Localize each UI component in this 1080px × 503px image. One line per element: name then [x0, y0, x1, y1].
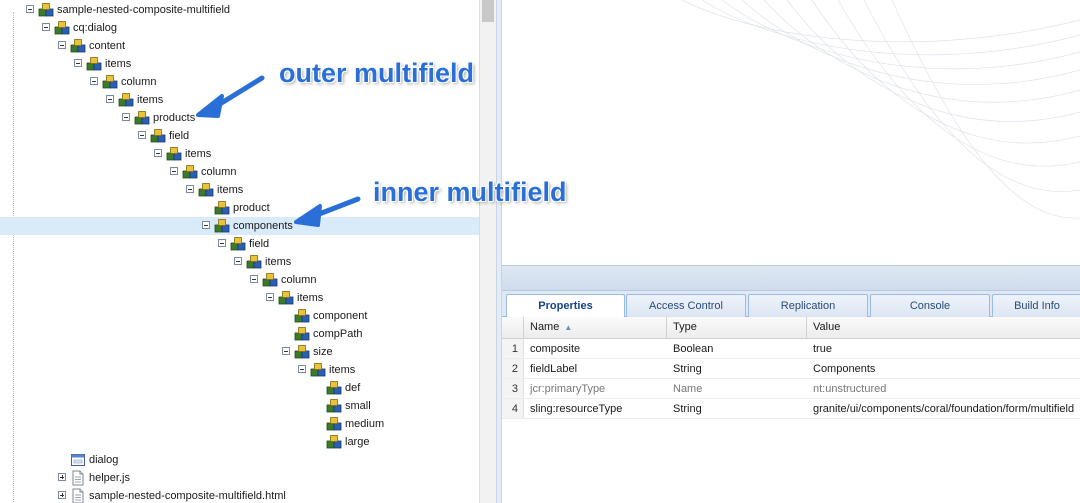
- annotation-arrows: [196, 75, 361, 227]
- outer-multifield-arrow: [196, 75, 265, 118]
- inner-multifield-arrow: [294, 196, 361, 227]
